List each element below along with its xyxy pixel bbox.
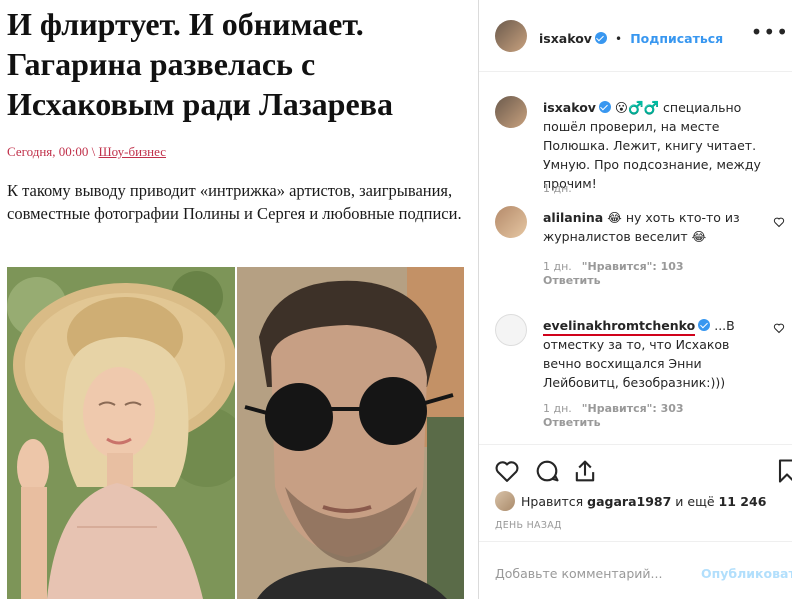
add-comment-bar: Добавьте комментарий... Опубликовать — [479, 541, 792, 599]
share-icon[interactable] — [571, 457, 599, 485]
caption: isxakov 😮♂️♂️ специально пошёл проверил,… — [495, 96, 785, 196]
avatar[interactable] — [495, 314, 527, 346]
meta-separator: \ — [91, 144, 96, 159]
likes-prefix: Нравится — [521, 494, 584, 509]
caption-time[interactable]: 1 дн. — [543, 182, 572, 195]
header-dot: • — [615, 32, 623, 46]
caption-username[interactable]: isxakov — [543, 100, 596, 115]
follow-button[interactable]: Подписаться — [630, 31, 723, 46]
comment: evelinakhromtchenko ...В отместку за то,… — [495, 314, 785, 434]
avatar[interactable] — [495, 96, 527, 128]
like-heart-icon[interactable] — [493, 457, 521, 485]
likes-text: Нравится gagara1987 и ещё 11 246 — [521, 494, 766, 509]
comment-username[interactable]: evelinakhromtchenko — [543, 318, 696, 336]
comment-likes[interactable]: "Нравится": 103 — [582, 260, 684, 273]
avatar[interactable] — [495, 206, 527, 238]
comment-body: alilanina 😂 ну хоть кто-то из журналисто… — [543, 208, 767, 246]
comment-username[interactable]: alilanina — [543, 210, 603, 225]
instagram-panel: isxakov • Подписаться ••• isxakov 😮♂️♂️ … — [478, 0, 792, 599]
article-headline: И флиртует. И обнимает. Гагарина развела… — [7, 6, 393, 122]
heart-icon[interactable] — [773, 216, 785, 228]
post-timestamp[interactable]: ДЕНЬ НАЗАД — [495, 520, 562, 531]
caption-body: isxakov 😮♂️♂️ специально пошёл проверил,… — [543, 98, 767, 193]
avatar[interactable] — [495, 491, 515, 511]
comment-body: evelinakhromtchenko ...В отместку за то,… — [543, 316, 767, 392]
comment-meta: 1 дн. "Нравится": 103 — [543, 260, 684, 273]
photo-man-in-sunglasses — [237, 267, 464, 599]
likes-summary: Нравится gagara1987 и ещё 11 246 — [495, 490, 785, 514]
header-user-line: isxakov • Подписаться — [539, 28, 723, 47]
post-header: isxakov • Подписаться ••• — [479, 0, 792, 72]
reply-button[interactable]: Ответить — [543, 274, 601, 287]
reply-button[interactable]: Ответить — [543, 416, 601, 429]
article-lead: К такому выводу приводит «интрижка» арти… — [7, 181, 462, 223]
more-options-icon[interactable]: ••• — [751, 20, 789, 44]
verified-icon — [698, 319, 711, 331]
action-bar — [479, 444, 792, 494]
article-meta: Сегодня, 00:00 \ Шоу-бизнес — [7, 144, 166, 160]
comment-input[interactable]: Добавьте комментарий... — [495, 566, 662, 581]
verified-icon — [594, 32, 607, 44]
likes-count[interactable]: 11 246 — [719, 494, 767, 509]
likes-middle: и ещё — [675, 494, 715, 509]
comment: alilanina 😂 ну хоть кто-то из журналисто… — [495, 206, 785, 287]
comment-likes[interactable]: "Нравится": 303 — [582, 402, 684, 415]
bookmark-icon[interactable] — [773, 457, 792, 485]
article: И флиртует. И обнимает. Гагарина развела… — [0, 0, 478, 599]
publish-button[interactable]: Опубликовать — [701, 566, 792, 581]
verified-icon — [598, 101, 611, 113]
comment-bubble-icon[interactable] — [533, 457, 561, 485]
article-date: Сегодня, 00:00 — [7, 144, 89, 159]
likes-user[interactable]: gagara1987 — [587, 494, 671, 509]
comment-meta: 1 дн. "Нравится": 303 — [543, 402, 684, 415]
category-link[interactable]: Шоу-бизнес — [99, 144, 166, 159]
heart-icon[interactable] — [773, 322, 785, 334]
photo-woman-in-hat — [7, 267, 235, 599]
header-username[interactable]: isxakov — [539, 31, 592, 46]
avatar[interactable] — [495, 20, 527, 52]
comment-time[interactable]: 1 дн. — [543, 260, 572, 273]
comment-time[interactable]: 1 дн. — [543, 402, 572, 415]
